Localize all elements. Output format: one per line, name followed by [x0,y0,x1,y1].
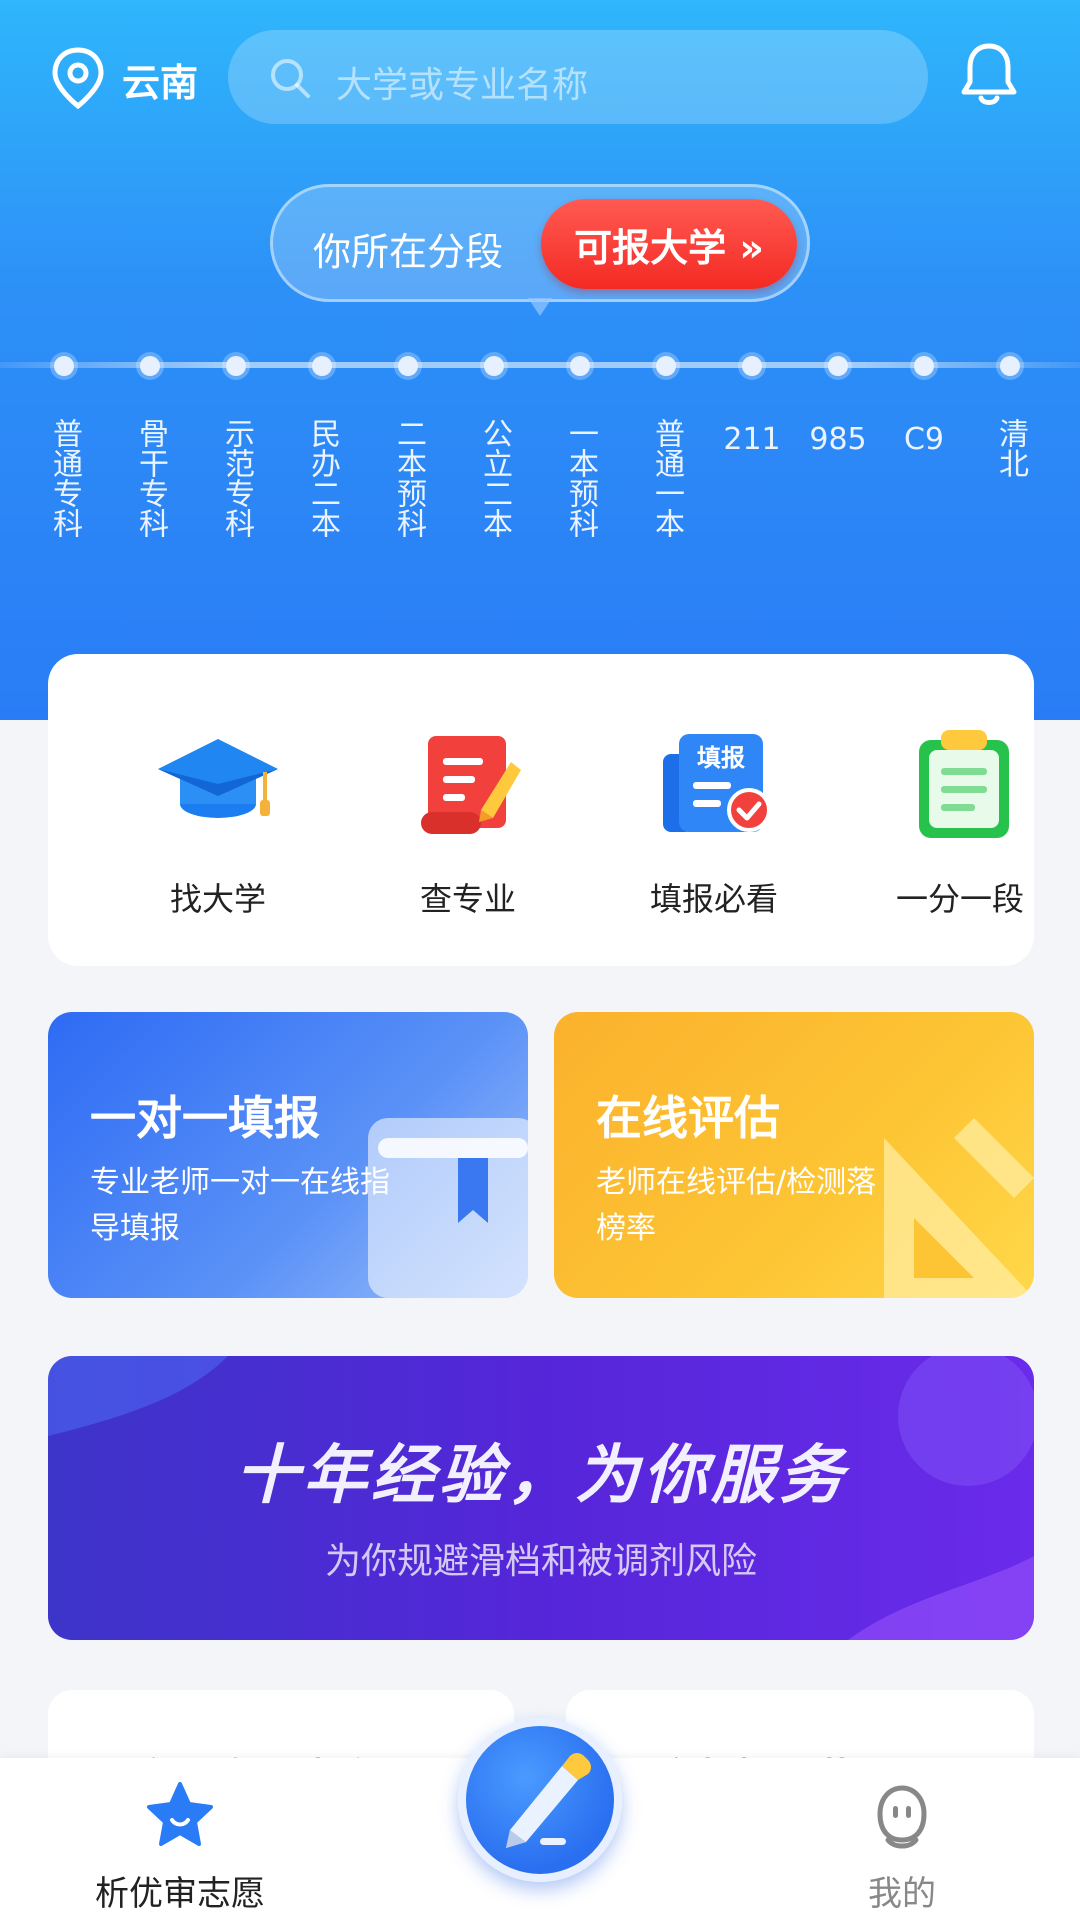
search-major-button[interactable]: 查专业 [368,724,568,924]
ruler-icon [884,1118,1034,1298]
eligible-universities-button[interactable]: 可报大学 » [541,199,797,289]
tier-dot[interactable] [570,356,590,376]
score-range-pill: 你所在分段 可报大学 » [270,184,810,302]
find-university-button[interactable]: 找大学 [118,724,318,924]
tier-dot[interactable] [914,356,934,376]
score-rank-button[interactable]: 一分一段 [860,724,1060,924]
tier-dot[interactable] [312,356,332,376]
search-major-label: 查专业 [419,880,516,918]
tab-me-label: 我的 [868,1874,936,1914]
must-read-label: 填报必看 [649,880,778,918]
tier-dot[interactable] [54,356,74,376]
tier-label[interactable]: 985 [808,418,868,462]
star-face-icon [147,1782,213,1846]
score-rank-label: 一分一段 [895,880,1024,918]
tier-label[interactable]: 公立二本 [472,418,516,538]
scroll-pen-icon [421,736,521,834]
promo-banner[interactable]: 十年经验，为你服务 为你规避滑档和被调剂风险 [48,1356,1034,1640]
fill-form-fab[interactable] [458,1718,622,1882]
tier-label[interactable]: 211 [722,418,782,462]
bell-icon[interactable] [958,40,1020,110]
tier-label[interactable]: 一本预科 [558,418,602,538]
tier-label[interactable]: 二本预科 [386,418,430,538]
tab-me[interactable]: 我的 [792,1780,1012,1915]
location-label[interactable]: 云南 [122,52,198,107]
banner-title: 十年经验，为你服务 [235,1439,847,1513]
tier-dot[interactable] [398,356,418,376]
form-badge-text: 填报 [697,744,745,772]
user-face-icon [877,1785,927,1849]
tier-label[interactable]: 普通一本 [644,418,688,538]
clipboard-icon [919,730,1009,838]
tier-dot[interactable] [828,356,848,376]
tier-label[interactable]: 民办二本 [300,418,344,538]
one-on-one-subtitle: 专业老师一对一在线指导填报 [90,1165,390,1246]
online-assessment-card[interactable]: 在线评估 老师在线评估/检测落榜率 [554,1012,1034,1298]
one-on-one-card[interactable]: 一对一填报 专业老师一对一在线指导填报 [48,1012,528,1298]
location-pin-icon[interactable] [50,46,106,110]
score-range-label: 你所在分段 [313,230,504,274]
tier-dot[interactable] [656,356,676,376]
tier-label[interactable]: 清北 [988,418,1032,478]
find-university-label: 找大学 [169,880,266,918]
tier-label[interactable]: C9 [894,418,954,462]
tier-label[interactable]: 示范专科 [214,418,258,538]
pill-pointer [528,298,552,316]
must-read-button[interactable]: 填报 填报必看 [614,724,814,924]
search-icon [271,59,310,98]
form-check-icon: 填报 [663,734,771,832]
tier-dot[interactable] [742,356,762,376]
quick-actions-card: 找大学 查专业 填报 填报必看 一分一段 [48,654,1034,966]
tier-label[interactable]: 骨干专科 [128,418,172,538]
tab-home[interactable]: 析优审志愿 [70,1780,290,1915]
tier-dot[interactable] [226,356,246,376]
tier-dot[interactable] [1000,356,1020,376]
one-on-one-title: 一对一填报 [90,1091,320,1145]
pencil-icon [506,1753,591,1848]
top-bar: 云南 大学或专业名称 [0,0,1080,150]
tier-label[interactable]: 普通专科 [42,418,86,538]
online-assessment-title: 在线评估 [596,1091,780,1145]
online-assessment-subtitle: 老师在线评估/检测落榜率 [596,1165,877,1246]
graduation-cap-icon [158,739,278,818]
tab-home-label: 析优审志愿 [95,1874,265,1914]
search-placeholder: 大学或专业名称 [336,65,589,106]
search-bar[interactable]: 大学或专业名称 [228,30,928,124]
tier-dot[interactable] [484,356,504,376]
banner-subtitle: 为你规避滑档和被调剂风险 [324,1541,757,1582]
tier-dot[interactable] [140,356,160,376]
